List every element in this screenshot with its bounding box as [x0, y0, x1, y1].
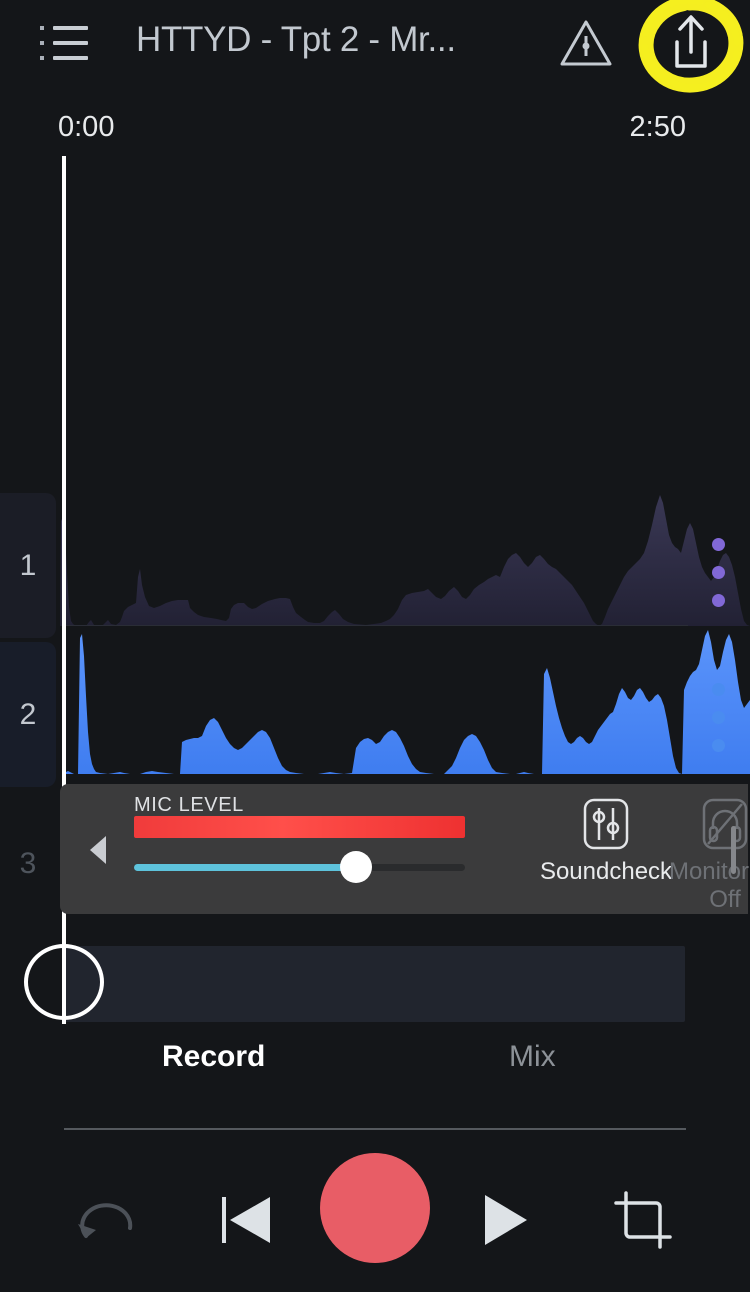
mic-gain-slider-fill [134, 864, 356, 871]
mic-level-label: MIC LEVEL [134, 794, 244, 816]
track-number-label: 2 [19, 697, 37, 731]
tab-record[interactable]: Record [162, 1040, 265, 1074]
warning-triangle-icon[interactable] [558, 16, 614, 70]
track-waveform-3-empty[interactable] [64, 946, 685, 1022]
play-triangle-icon [477, 1189, 533, 1256]
track-waveform-2[interactable] [56, 626, 750, 774]
track-header-2[interactable]: 2 [0, 642, 56, 787]
app-root: HTTYD - Tpt 2 - Mr... 0:00 2:50 1 2 3 MI… [0, 0, 750, 1292]
mic-gain-slider-knob[interactable] [339, 851, 372, 883]
timeline-end-time: 2:50 [629, 111, 686, 143]
undo-arrow-icon [72, 1190, 146, 1255]
track-options-dots-icon-1[interactable] [712, 538, 726, 607]
tab-mix[interactable]: Mix [509, 1040, 556, 1074]
crop-icon [612, 1189, 674, 1256]
timeline-start-time: 0:00 [58, 111, 115, 143]
app-header: HTTYD - Tpt 2 - Mr... [0, 0, 750, 93]
track-header-3[interactable]: 3 [0, 791, 56, 936]
skip-back-icon [214, 1189, 276, 1256]
rewind-button[interactable] [190, 1172, 300, 1272]
collapse-left-arrow-icon[interactable] [90, 836, 106, 864]
play-button[interactable] [450, 1172, 560, 1272]
tab-divider [64, 1128, 686, 1130]
mic-level-meter-fill [134, 816, 465, 838]
mic-level-meter [134, 816, 465, 838]
panel-scrollbar[interactable] [731, 826, 736, 874]
undo-button[interactable] [54, 1172, 164, 1272]
list-menu-icon[interactable] [34, 22, 90, 64]
track-options-dots-icon-2[interactable] [712, 683, 726, 752]
share-upload-icon[interactable] [655, 10, 727, 76]
track-number-label: 1 [19, 548, 37, 582]
record-button[interactable] [320, 1153, 430, 1263]
mode-tabs: Record Mix [0, 1040, 750, 1106]
timeline-ruler: 0:00 2:50 [0, 86, 750, 156]
track-waveform-1[interactable] [56, 481, 750, 626]
mic-gain-slider[interactable] [134, 851, 465, 883]
track-header-1[interactable]: 1 [0, 493, 56, 638]
mic-level-panel: MIC LEVEL Soundcheck Monitor Off [60, 784, 750, 914]
crop-button[interactable] [588, 1172, 698, 1272]
playhead-handle[interactable] [24, 944, 104, 1020]
track-number-label: 3 [19, 846, 37, 880]
page-title: HTTYD - Tpt 2 - Mr... [136, 20, 456, 59]
